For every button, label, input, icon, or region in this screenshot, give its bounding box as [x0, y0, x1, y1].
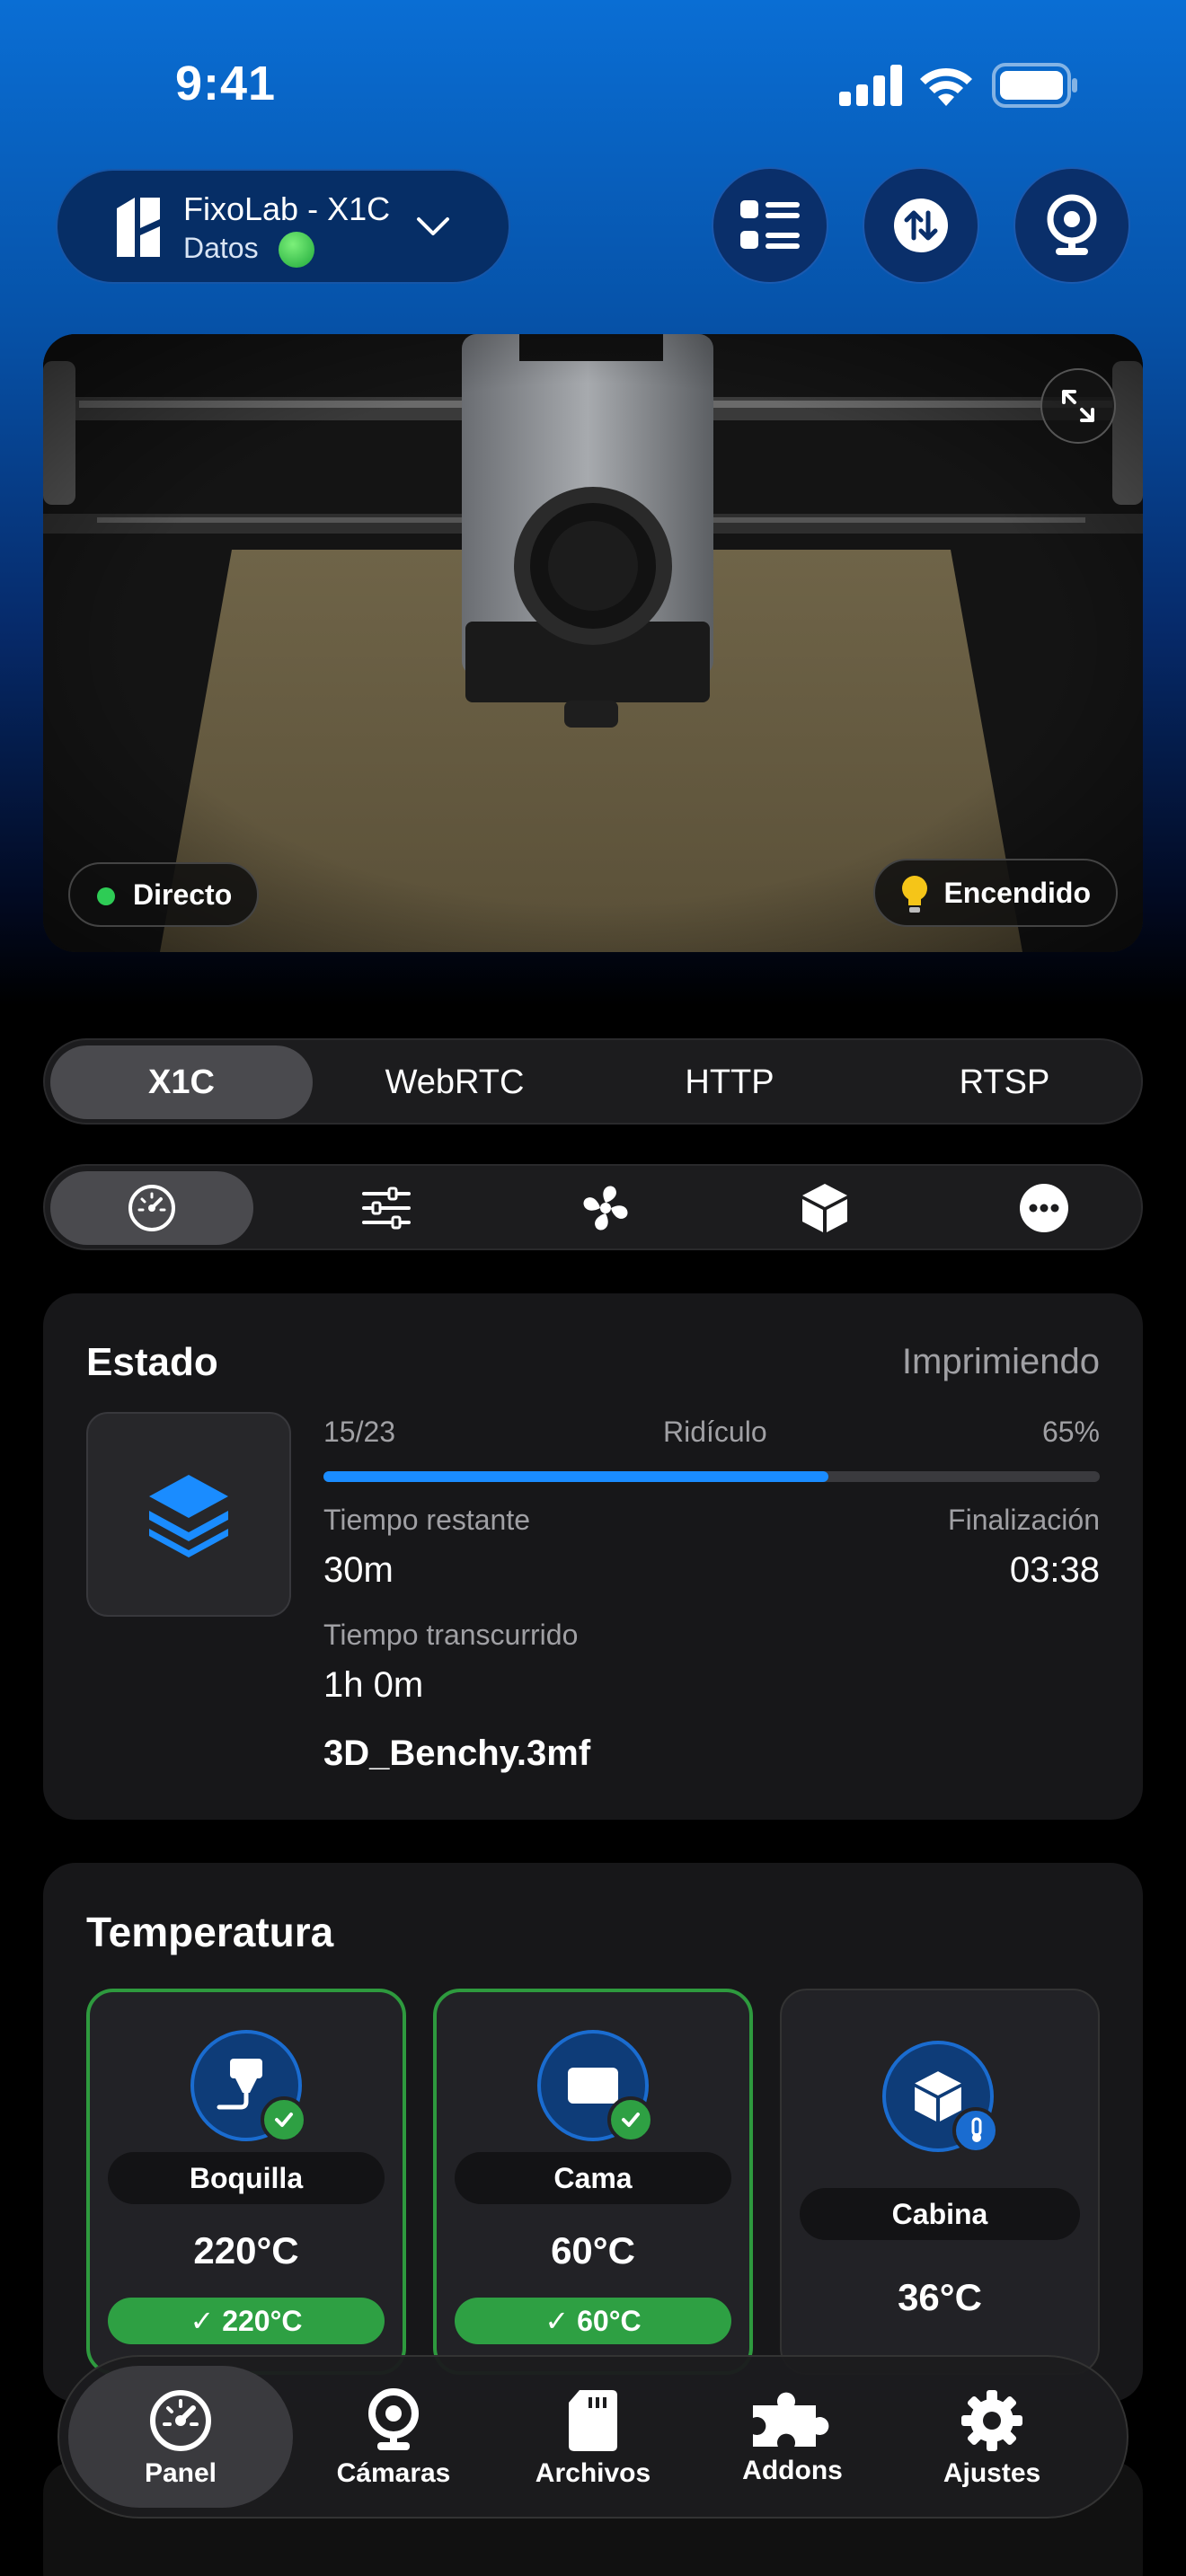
finish-label: Finalización [948, 1504, 1100, 1536]
temperature-title: Temperatura [86, 1909, 334, 1955]
chamber-temp-value: 36°C [898, 2276, 982, 2318]
tab-cameras-label: Cámaras [336, 2458, 451, 2488]
nozzle-label: Boquilla [108, 2152, 385, 2204]
elapsed-label: Tiempo transcurrido [323, 1619, 579, 1651]
online-indicator [279, 232, 314, 268]
light-label: Encendido [943, 876, 1091, 909]
more-icon [1020, 1184, 1068, 1232]
tab-panel[interactable]: Panel [68, 2357, 293, 2520]
bottom-tab-bar: Panel Cámaras Archivos Addons Ajustes [58, 2355, 1128, 2519]
tab-cameras[interactable]: Cámaras [295, 2357, 492, 2520]
list-view-button[interactable] [712, 167, 828, 284]
stream-source-tabs: X1C WebRTC HTTP RTSP [43, 1038, 1143, 1125]
nozzle-target-temp[interactable]: ✓ 220°C [108, 2298, 385, 2344]
tab-addons[interactable]: Addons [694, 2357, 891, 2520]
nozzle-temp-value: 220°C [193, 2229, 299, 2272]
tab-files-label: Archivos [535, 2458, 651, 2488]
status-time: 9:41 [175, 57, 277, 110]
expand-icon [1062, 390, 1094, 422]
print-thumbnail [86, 1412, 291, 1617]
camera-feed[interactable]: Directo Encendido [43, 334, 1143, 952]
speedometer-icon [128, 1185, 175, 1231]
sliders-icon [362, 1187, 411, 1230]
transfer-button[interactable] [863, 167, 979, 284]
tab-rtsp[interactable]: RTSP [873, 1045, 1136, 1119]
puzzle-icon [753, 2392, 829, 2447]
tab-settings-label: Ajustes [943, 2458, 1041, 2488]
tab-fans[interactable] [525, 1171, 686, 1245]
device-subtitle: Datos [183, 232, 259, 264]
list-icon [740, 200, 800, 249]
chevron-down-icon [415, 208, 451, 249]
bed-temp-tile[interactable]: Cama 60°C ✓ 60°C [433, 1989, 753, 2375]
tab-more[interactable] [963, 1171, 1125, 1245]
layers-icon [149, 1475, 228, 1557]
status-title: Estado [86, 1340, 218, 1384]
gear-icon [961, 2390, 1022, 2451]
bed-temp-value: 60°C [551, 2229, 635, 2272]
live-label: Directo [133, 878, 233, 911]
sd-card-icon [569, 2390, 617, 2451]
tab-http[interactable]: HTTP [598, 1045, 861, 1119]
thermometer-badge-icon [952, 2107, 999, 2154]
tab-controls[interactable] [305, 1171, 467, 1245]
tab-addons-label: Addons [742, 2456, 843, 2485]
gauge-icon [150, 2390, 211, 2451]
tab-panel-label: Panel [144, 2458, 217, 2488]
battery-icon [992, 63, 1078, 112]
progress-fill [323, 1471, 828, 1482]
speed-mode: Ridículo [663, 1416, 767, 1448]
device-name: FixoLab - X1C [183, 190, 391, 227]
printer-logo-icon [117, 198, 160, 261]
fullscreen-button[interactable] [1040, 368, 1116, 444]
nozzle-temp-tile[interactable]: Boquilla 220°C ✓ 220°C [86, 1989, 406, 2375]
tab-files[interactable]: Archivos [494, 2357, 692, 2520]
webcam-button[interactable] [1013, 167, 1130, 284]
remaining-label: Tiempo restante [323, 1504, 531, 1536]
layer-count: 15/23 [323, 1416, 396, 1448]
chamber-label: Cabina [800, 2188, 1080, 2240]
temperature-card: Temperatura Boquilla 220°C ✓ 220°C Cama … [43, 1863, 1143, 2402]
chamber-temp-tile[interactable]: Cabina 36°C [780, 1989, 1100, 2375]
progress-percent: 65% [1041, 1416, 1100, 1448]
tab-x1c[interactable]: X1C [50, 1045, 313, 1119]
transfer-arrows-icon [894, 198, 948, 252]
lightbulb-icon [900, 875, 929, 922]
check-badge-icon [261, 2096, 307, 2143]
live-dot [97, 887, 115, 905]
tab-filament[interactable] [744, 1171, 906, 1245]
signal-icon [839, 65, 902, 110]
box-icon [802, 1184, 847, 1232]
wifi-icon [918, 65, 974, 110]
tab-webrtc[interactable]: WebRTC [323, 1045, 586, 1119]
device-selector[interactable]: FixoLab - X1C Datos [56, 169, 510, 284]
progress-track [323, 1471, 1100, 1482]
elapsed-value: 1h 0m [323, 1665, 424, 1705]
tab-settings[interactable]: Ajustes [893, 2357, 1091, 2520]
webcam-icon [368, 2388, 419, 2450]
check-badge-icon [607, 2096, 654, 2143]
finish-value: 03:38 [1009, 1550, 1100, 1590]
tab-dashboard[interactable] [50, 1171, 253, 1245]
fan-icon [583, 1186, 628, 1231]
print-state: Imprimiendo [901, 1342, 1100, 1381]
light-toggle[interactable]: Encendido [873, 859, 1118, 927]
status-card: Estado Imprimiendo 15/23 Ridículo 65% Ti… [43, 1293, 1143, 1820]
webcam-icon [1047, 194, 1097, 255]
bed-label: Cama [455, 2152, 731, 2204]
control-tabs [43, 1164, 1143, 1250]
live-badge: Directo [68, 862, 260, 927]
remaining-value: 30m [323, 1550, 394, 1590]
file-name: 3D_Benchy.3mf [323, 1734, 591, 1773]
bed-target-temp[interactable]: ✓ 60°C [455, 2298, 731, 2344]
